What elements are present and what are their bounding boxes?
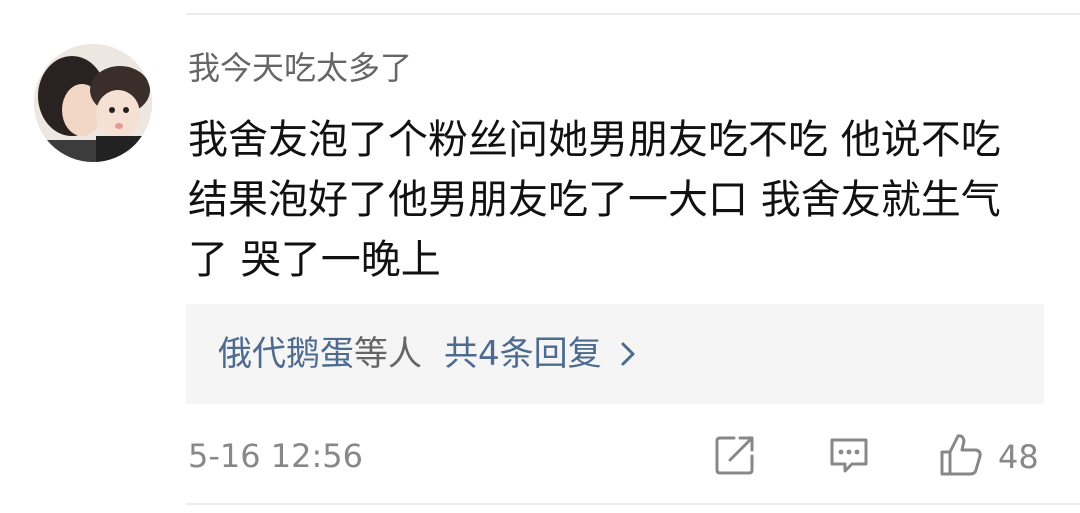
avatar-image bbox=[34, 44, 152, 162]
comment-username[interactable]: 我今天吃太多了 bbox=[188, 46, 412, 90]
bottom-divider bbox=[186, 503, 1080, 505]
comment-icon[interactable] bbox=[826, 432, 872, 482]
like-count: 48 bbox=[998, 438, 1039, 476]
share-icon[interactable] bbox=[712, 432, 758, 482]
chevron-right-icon[interactable] bbox=[620, 341, 636, 367]
top-divider bbox=[186, 13, 1080, 15]
comment-timestamp: 5-16 12:56 bbox=[188, 437, 364, 475]
reply-user-names[interactable]: 俄代鹅蛋 bbox=[218, 332, 354, 376]
thumbs-up-icon[interactable] bbox=[936, 430, 986, 484]
replies-preview[interactable]: 俄代鹅蛋 等人 共4条回复 bbox=[186, 304, 1044, 404]
avatar[interactable] bbox=[34, 44, 152, 162]
reply-count-link[interactable]: 共4条回复 bbox=[444, 332, 602, 376]
comment-text: 我舍友泡了个粉丝问她男朋友吃不吃 他说不吃 结果泡好了他男朋友吃了一大口 我舍友… bbox=[188, 117, 1001, 283]
reply-users-suffix: 等人 bbox=[354, 334, 422, 374]
like-button[interactable]: 48 bbox=[936, 430, 1039, 484]
